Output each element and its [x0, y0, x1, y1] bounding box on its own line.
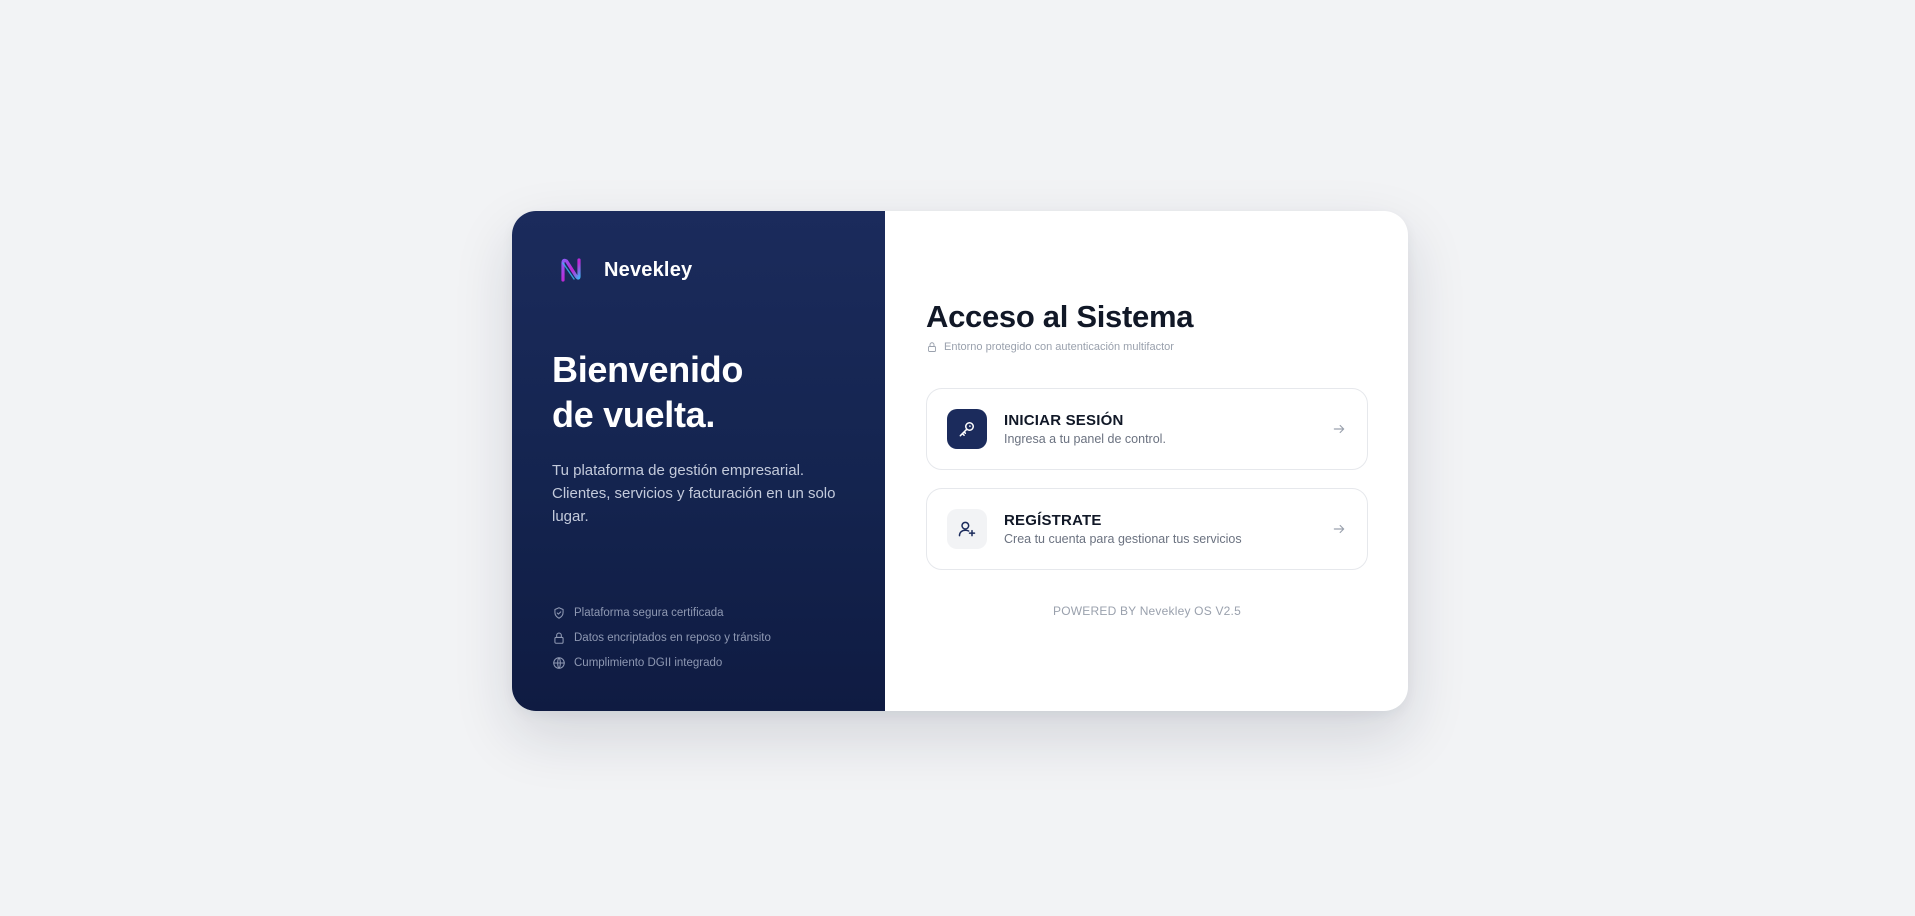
key-icon [959, 422, 974, 437]
feature-text: Datos encriptados en reposo y tránsito [574, 632, 771, 644]
login-icon-tile [947, 409, 987, 449]
globe-icon [553, 657, 565, 669]
access-card: Nevekley Bienvenido de vuelta. Tu plataf… [512, 211, 1408, 711]
welcome-line-1: Bienvenido [552, 349, 744, 390]
powered-by-footer: POWERED BY Nevekley OS V2.5 [1053, 604, 1241, 618]
login-option[interactable]: INICIAR SESIÓN Ingresa a tu panel de con… [926, 388, 1368, 470]
login-text: INICIAR SESIÓN Ingresa a tu panel de con… [1004, 412, 1332, 446]
tagline: Tu plataforma de gestión empresarial. Cl… [552, 462, 836, 525]
brand-name: Nevekley [604, 258, 693, 281]
feature-text: Cumplimiento DGII integrado [574, 657, 723, 669]
user-plus-icon [958, 521, 976, 537]
register-icon-tile [947, 509, 987, 549]
page-title: Acceso al Sistema [926, 299, 1194, 334]
security-note-text: Entorno protegido con autenticación mult… [944, 341, 1174, 353]
security-note: Entorno protegido con autenticación mult… [926, 341, 1174, 353]
register-option[interactable]: REGÍSTRATE Crea tu cuenta para gestionar… [926, 488, 1368, 570]
register-description: Crea tu cuenta para gestionar tus servic… [1004, 532, 1242, 546]
arrow-right-icon [1333, 424, 1345, 434]
register-title: REGÍSTRATE [1004, 512, 1102, 529]
n-logo-icon [561, 258, 581, 282]
arrow-right-icon [1333, 524, 1345, 534]
login-description: Ingresa a tu panel de control. [1004, 432, 1166, 446]
welcome-panel: Nevekley Bienvenido de vuelta. Tu plataf… [512, 211, 885, 711]
feature-text: Plataforma segura certificada [574, 607, 724, 619]
login-title: INICIAR SESIÓN [1004, 412, 1124, 429]
feature-item: Cumplimiento DGII integrado [552, 655, 771, 671]
feature-list: Plataforma segura certificada Datos encr… [552, 605, 771, 680]
shield-icon [554, 607, 564, 619]
access-panel: Acceso al Sistema Entorno protegido con … [885, 211, 1408, 711]
welcome-line-2: de vuelta. [552, 394, 716, 435]
brand: Nevekley [552, 251, 845, 289]
welcome-heading: Bienvenido de vuelta. [552, 347, 845, 437]
feature-item: Datos encriptados en reposo y tránsito [552, 630, 771, 646]
lock-icon [554, 632, 564, 644]
register-text: REGÍSTRATE Crea tu cuenta para gestionar… [1004, 512, 1332, 546]
lock-icon [928, 342, 936, 352]
feature-item: Plataforma segura certificada [552, 605, 771, 621]
